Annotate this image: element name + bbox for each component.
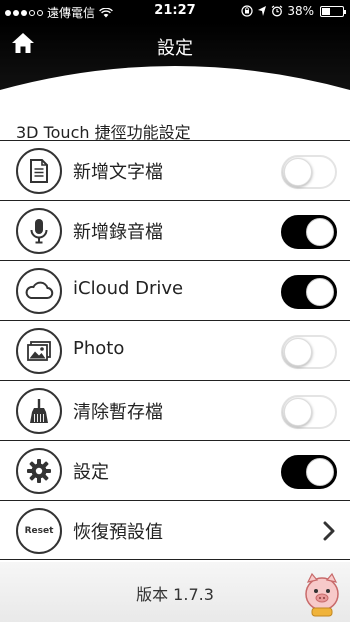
toggle-switch[interactable] [281, 155, 337, 189]
toggle-switch[interactable] [281, 275, 337, 309]
list-item-settings[interactable]: 設定 [0, 440, 350, 500]
item-label: 設定 [73, 462, 109, 483]
cloud-icon [16, 268, 62, 314]
nav-header: 設定 [0, 22, 350, 96]
toggle-switch[interactable] [281, 395, 337, 429]
broom-icon [16, 388, 62, 434]
reset-icon-text: Reset [24, 526, 54, 536]
list-item-photo[interactable]: Photo [0, 320, 350, 380]
list-item-new-audio-file[interactable]: 新增錄音檔 [0, 200, 350, 260]
chevron-right-icon[interactable] [322, 521, 336, 541]
footer: 版本 1.7.3 [0, 562, 350, 622]
photo-icon [16, 328, 62, 374]
mascot-logo [305, 572, 339, 617]
status-right: 38% [241, 4, 346, 18]
battery-icon [320, 5, 346, 17]
list-item-new-text-file[interactable]: 新增文字檔 [0, 140, 350, 200]
toggle-switch[interactable] [281, 455, 337, 489]
document-icon [16, 148, 62, 194]
list-item-reset-defaults[interactable]: Reset 恢復預設值 [0, 500, 350, 560]
item-label: 清除暫存檔 [73, 402, 163, 423]
list-item-clear-cache[interactable]: 清除暫存檔 [0, 380, 350, 440]
item-label: 新增錄音檔 [73, 222, 163, 243]
microphone-icon [16, 208, 62, 254]
list-item-icloud-drive[interactable]: iCloud Drive [0, 260, 350, 320]
rotation-lock-icon [241, 5, 253, 17]
shortcut-list: 新增文字檔 新增錄音檔 iCloud Drive Photo 清除暫存檔 設定 … [0, 140, 350, 560]
item-label: Photo [73, 338, 125, 359]
toggle-switch[interactable] [281, 215, 337, 249]
toggle-switch[interactable] [281, 335, 337, 369]
battery-percent: 38% [287, 4, 314, 18]
item-label: iCloud Drive [73, 278, 184, 299]
item-label: 恢復預設值 [73, 522, 163, 543]
gear-icon [16, 448, 62, 494]
item-label: 新增文字檔 [73, 162, 163, 183]
reset-icon: Reset [16, 508, 62, 554]
page-title: 設定 [157, 38, 193, 59]
location-arrow-icon [258, 6, 267, 16]
status-bar: 遠傳電信 21:27 38% [0, 0, 350, 22]
alarm-icon [271, 5, 283, 17]
